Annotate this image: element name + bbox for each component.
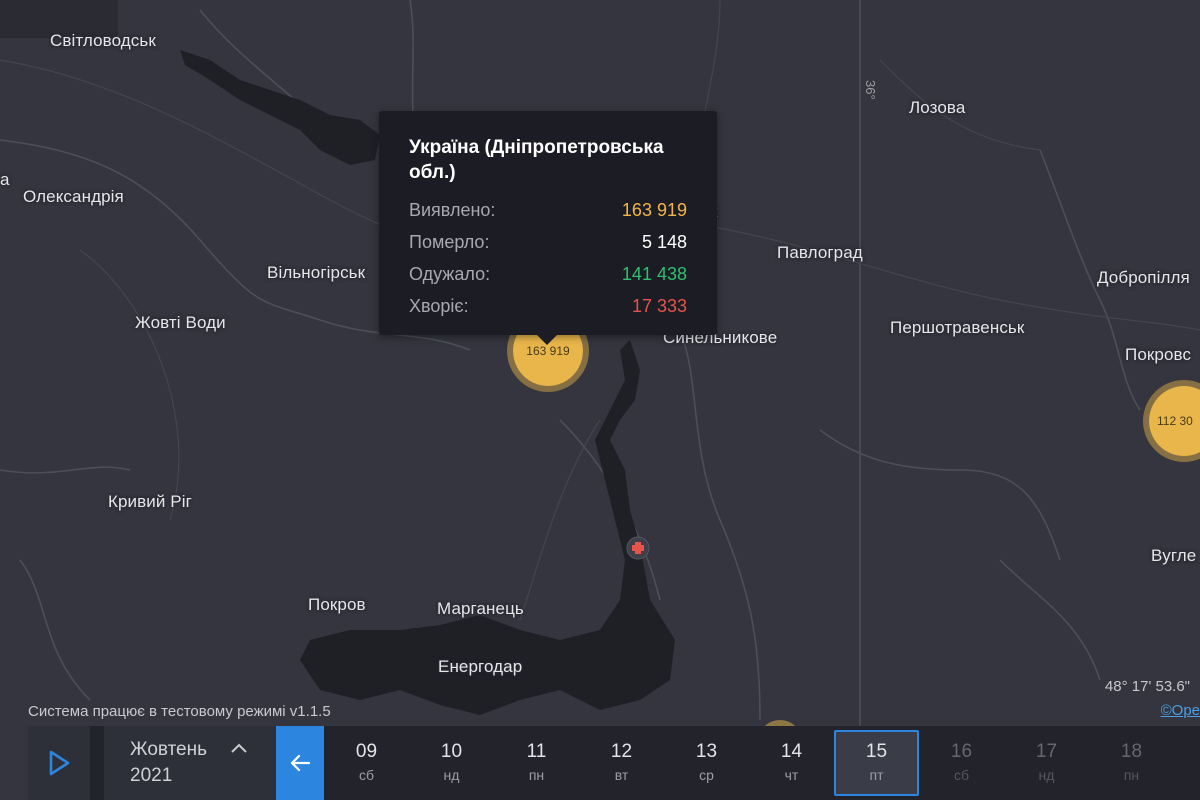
- meridian-label: 36°: [863, 80, 878, 100]
- tooltip-row-died: Померло: 5 148: [409, 226, 687, 258]
- city-label-lozova: Лозова: [909, 98, 966, 117]
- coordinate-readout: 48° 17' 53.6": [1104, 678, 1190, 695]
- day-item[interactable]: 14 чт: [749, 726, 834, 800]
- day-weekday: сб: [953, 767, 970, 783]
- tooltip-row-detected: Виявлено: 163 919: [409, 194, 687, 226]
- city-label-vilnohirsk: Вільногірськ: [267, 263, 366, 282]
- tooltip-label-died: Померло:: [409, 232, 490, 252]
- day-weekday: пн: [528, 767, 545, 783]
- day-weekday: пт: [869, 767, 884, 783]
- day-weekday: пн: [1123, 767, 1140, 783]
- arrow-left-icon: [290, 754, 311, 772]
- tooltip-row-recovered: Одужало: 141 438: [409, 258, 687, 290]
- day-item[interactable]: 10 нд: [409, 726, 494, 800]
- day-item[interactable]: 11 пн: [494, 726, 579, 800]
- day-item[interactable]: 13 ср: [664, 726, 749, 800]
- day-weekday: нд: [443, 767, 460, 783]
- tooltip-label-recovered: Одужало:: [409, 264, 491, 284]
- day-list: 09 сб 10 нд 11 пн 12 вт 13 ср 14 чт 15 пт 16 сб …: [324, 726, 1174, 800]
- region-tooltip: Україна (Дніпропетровська обл.) Виявлено…: [379, 111, 717, 345]
- day-weekday: чт: [784, 767, 799, 783]
- city-label-pokrovsk: Покровс: [1125, 345, 1192, 364]
- timeline-bar: Жовтень 2021 09 сб 10 нд 11 пн 12 вт 13 ср 14…: [28, 726, 1200, 800]
- tooltip-label-sick: Хворіє:: [409, 296, 469, 316]
- city-label-svitlovodsk: Світловодськ: [50, 31, 156, 50]
- day-weekday: сб: [358, 767, 375, 783]
- play-button[interactable]: [28, 726, 90, 800]
- city-label-kryvyi-rih: Кривий Ріг: [108, 492, 192, 511]
- city-label-marhanets: Марганець: [437, 599, 524, 618]
- day-item[interactable]: 12 вт: [579, 726, 664, 800]
- city-label-partial-left: а: [0, 170, 10, 189]
- city-label-pokrov: Покров: [308, 595, 366, 614]
- day-number: 12: [610, 741, 633, 762]
- city-label-oleksandriia: Олександрія: [23, 187, 124, 206]
- red-cross-icon[interactable]: [626, 536, 650, 560]
- day-number: 14: [780, 741, 803, 762]
- city-label-pavlohrad: Павлоград: [777, 243, 863, 262]
- month-name: Жовтень: [130, 739, 208, 760]
- city-label-pershotravensk: Першотравенськ: [890, 318, 1025, 337]
- tooltip-value-died: 5 148: [641, 232, 687, 252]
- day-number: 18: [1120, 741, 1143, 762]
- city-label-zhovti-vody: Жовті Води: [135, 313, 226, 332]
- day-number: 16: [950, 741, 973, 762]
- month-year: 2021: [130, 765, 173, 786]
- tooltip-title: Україна (Дніпропетровська обл.): [409, 137, 664, 183]
- tooltip-row-sick: Хворіє: 17 333: [409, 290, 687, 322]
- day-number: 15: [865, 741, 888, 762]
- day-number: 11: [526, 741, 547, 762]
- attribution-link[interactable]: ©Ope: [1161, 702, 1200, 719]
- tooltip-value-detected: 163 919: [621, 200, 687, 220]
- day-weekday: ср: [699, 767, 714, 783]
- day-number: 13: [695, 741, 718, 762]
- day-item[interactable]: 18 пн: [1089, 726, 1174, 800]
- test-mode-notice: Система працює в тестовому режимі v1.1.5: [28, 703, 331, 720]
- play-icon: [49, 750, 70, 776]
- day-number: 17: [1035, 741, 1058, 762]
- day-item[interactable]: 09 сб: [324, 726, 409, 800]
- day-item[interactable]: 17 нд: [1004, 726, 1089, 800]
- city-label-vuhledar: Вугле: [1151, 546, 1197, 565]
- day-number: 09: [355, 741, 378, 762]
- chevron-up-icon: [231, 743, 247, 753]
- day-item[interactable]: 16 сб: [919, 726, 1004, 800]
- month-selector[interactable]: Жовтень 2021: [104, 726, 276, 800]
- day-weekday: вт: [614, 767, 629, 783]
- city-label-enerhodar: Енергодар: [438, 657, 523, 676]
- day-number: 10: [440, 741, 463, 762]
- tooltip-value-sick: 17 333: [631, 296, 687, 316]
- tooltip-label-detected: Виявлено:: [409, 200, 496, 220]
- day-weekday: нд: [1038, 767, 1055, 783]
- day-item-selected[interactable]: 15 пт: [834, 730, 919, 796]
- city-label-dobropillia: Добропілля: [1097, 268, 1190, 287]
- tooltip-value-recovered: 141 438: [621, 264, 687, 284]
- previous-day-button[interactable]: [276, 726, 324, 800]
